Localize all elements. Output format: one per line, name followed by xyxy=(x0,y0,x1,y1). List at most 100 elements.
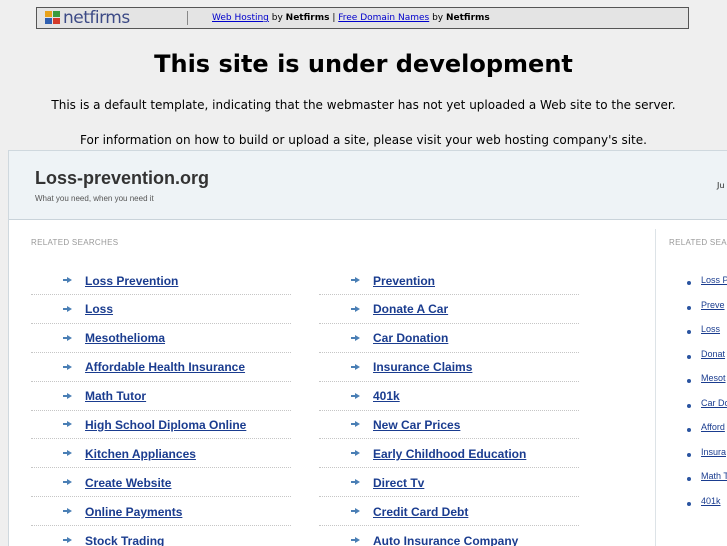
arrow-bullet-icon xyxy=(63,450,72,457)
related-search-link[interactable]: Donat xyxy=(701,349,725,359)
list-item: Credit Card Debt xyxy=(319,498,579,527)
arrow-bullet-icon xyxy=(63,537,72,544)
related-search-link[interactable]: Create Website xyxy=(85,476,171,490)
list-item: Kitchen Appliances xyxy=(31,440,291,469)
arrow-bullet-icon xyxy=(63,277,72,283)
dot-bullet-icon xyxy=(687,305,691,310)
related-search-link[interactable]: Online Payments xyxy=(85,505,182,519)
arrow-bullet-icon xyxy=(63,508,72,515)
hosting-info-notice: For information on how to build or uploa… xyxy=(80,133,647,147)
arrow-bullet-icon xyxy=(63,392,72,399)
list-item: Car Donation xyxy=(319,325,579,353)
related-search-link[interactable]: Insurance Claims xyxy=(373,360,472,374)
dot-bullet-icon xyxy=(687,501,691,506)
list-item: Create Website xyxy=(31,469,291,498)
arrow-bullet-icon xyxy=(351,537,360,544)
related-search-link[interactable]: Loss Prevention xyxy=(85,274,178,288)
related-search-link[interactable]: Loss xyxy=(701,324,720,334)
column-divider xyxy=(655,229,656,546)
list-item: Loss xyxy=(31,296,291,324)
list-item: 401k xyxy=(319,383,579,411)
arrow-bullet-icon xyxy=(351,508,360,515)
web-hosting-link[interactable]: Web Hosting xyxy=(212,13,269,23)
netfirms-logo[interactable]: netfirms xyxy=(37,8,175,28)
related-search-link[interactable]: High School Diploma Online xyxy=(85,418,246,432)
list-item: New Car Prices xyxy=(319,411,579,440)
netfirms-toolbar: netfirms Web Hosting by Netfirms | Free … xyxy=(36,7,689,29)
dot-bullet-icon xyxy=(687,428,691,432)
related-searches-label: RELATED SEARCHES xyxy=(31,238,119,247)
dot-bullet-icon xyxy=(687,379,691,383)
pipe-separator: | xyxy=(329,13,339,23)
related-searches-label-right: RELATED SEA xyxy=(669,238,727,247)
related-search-link[interactable]: Direct Tv xyxy=(373,476,424,490)
parked-domain-frame: Loss-prevention.org What you need, when … xyxy=(8,150,727,546)
dot-bullet-icon xyxy=(687,403,691,408)
related-search-link[interactable]: Early Childhood Education xyxy=(373,447,526,461)
dot-bullet-icon xyxy=(687,477,691,481)
related-search-link[interactable]: Kitchen Appliances xyxy=(85,447,196,461)
arrow-bullet-icon xyxy=(351,450,360,457)
list-item: Stock Trading xyxy=(31,527,291,546)
list-item: Math Tutor xyxy=(31,383,291,411)
list-item: Loss Prevention xyxy=(31,267,291,295)
related-search-link[interactable]: Insura xyxy=(701,447,726,457)
netfirms-brand: Netfirms xyxy=(445,13,490,23)
list-item: High School Diploma Online xyxy=(31,411,291,440)
related-search-link[interactable]: 401k xyxy=(701,496,721,506)
free-domain-names-link[interactable]: Free Domain Names xyxy=(338,13,429,23)
netfirms-logo-text: netfirms xyxy=(63,8,130,28)
by-text: by xyxy=(429,13,446,23)
related-search-link[interactable]: Mesothelioma xyxy=(85,331,165,345)
related-search-link[interactable]: Stock Trading xyxy=(85,534,164,546)
related-search-link[interactable]: Donate A Car xyxy=(373,302,448,316)
related-search-link[interactable]: Preve xyxy=(701,300,725,310)
related-search-link[interactable]: Loss xyxy=(85,302,113,316)
related-search-link[interactable]: Loss P xyxy=(701,275,727,285)
arrow-bullet-icon xyxy=(63,421,72,428)
netfirms-brand: Netfirms xyxy=(285,13,330,23)
related-search-link[interactable]: Auto Insurance Company xyxy=(373,534,518,546)
related-searches-left: Loss Prevention Loss Mesothelioma Affordabl… xyxy=(31,267,291,546)
list-item: Prevention xyxy=(319,267,579,295)
related-search-link[interactable]: Credit Card Debt xyxy=(373,505,468,519)
dot-bullet-icon xyxy=(687,354,691,359)
site-title[interactable]: Loss-prevention.org xyxy=(35,168,209,189)
list-item: Affordable Health Insurance xyxy=(31,354,291,382)
arrow-bullet-icon xyxy=(351,363,360,370)
related-search-link[interactable]: Affordable Health Insurance xyxy=(85,360,245,374)
site-header: Loss-prevention.org What you need, when … xyxy=(9,151,727,220)
arrow-bullet-icon xyxy=(351,334,360,341)
related-search-link[interactable]: Mesot xyxy=(701,373,726,383)
related-search-link[interactable]: Car Donation xyxy=(373,331,448,345)
related-search-link[interactable]: 401k xyxy=(373,389,400,403)
related-search-link[interactable]: Car Do xyxy=(701,398,727,408)
related-search-link[interactable]: Prevention xyxy=(373,274,435,288)
dot-bullet-icon xyxy=(687,330,691,334)
list-item: Direct Tv xyxy=(319,469,579,498)
related-search-link[interactable]: New Car Prices xyxy=(373,418,460,432)
arrow-bullet-icon xyxy=(351,479,360,486)
related-search-link[interactable]: Math Tutor xyxy=(85,389,146,403)
list-item: Auto Insurance Company xyxy=(319,527,579,546)
date-text: Ju xyxy=(717,181,725,190)
dot-bullet-icon xyxy=(687,281,691,285)
arrow-bullet-icon xyxy=(63,334,72,341)
related-searches-middle: Prevention Donate A Car Car Donation Insura… xyxy=(319,267,579,546)
related-search-link[interactable]: Afford xyxy=(701,422,725,432)
netfirms-logo-icon xyxy=(45,11,61,25)
arrow-bullet-icon xyxy=(351,277,360,283)
list-item: Online Payments xyxy=(31,498,291,527)
related-search-link[interactable]: Math T xyxy=(701,471,727,481)
dot-bullet-icon xyxy=(687,452,691,457)
arrow-bullet-icon xyxy=(351,392,360,399)
page-title: This site is under development xyxy=(154,50,573,78)
arrow-bullet-icon xyxy=(351,305,360,312)
arrow-bullet-icon xyxy=(63,479,72,486)
list-item: Insurance Claims xyxy=(319,354,579,382)
toolbar-divider xyxy=(187,11,188,25)
arrow-bullet-icon xyxy=(63,363,72,370)
site-tagline: What you need, when you need it xyxy=(35,194,154,203)
by-text: by xyxy=(268,13,286,23)
arrow-bullet-icon xyxy=(63,305,72,312)
